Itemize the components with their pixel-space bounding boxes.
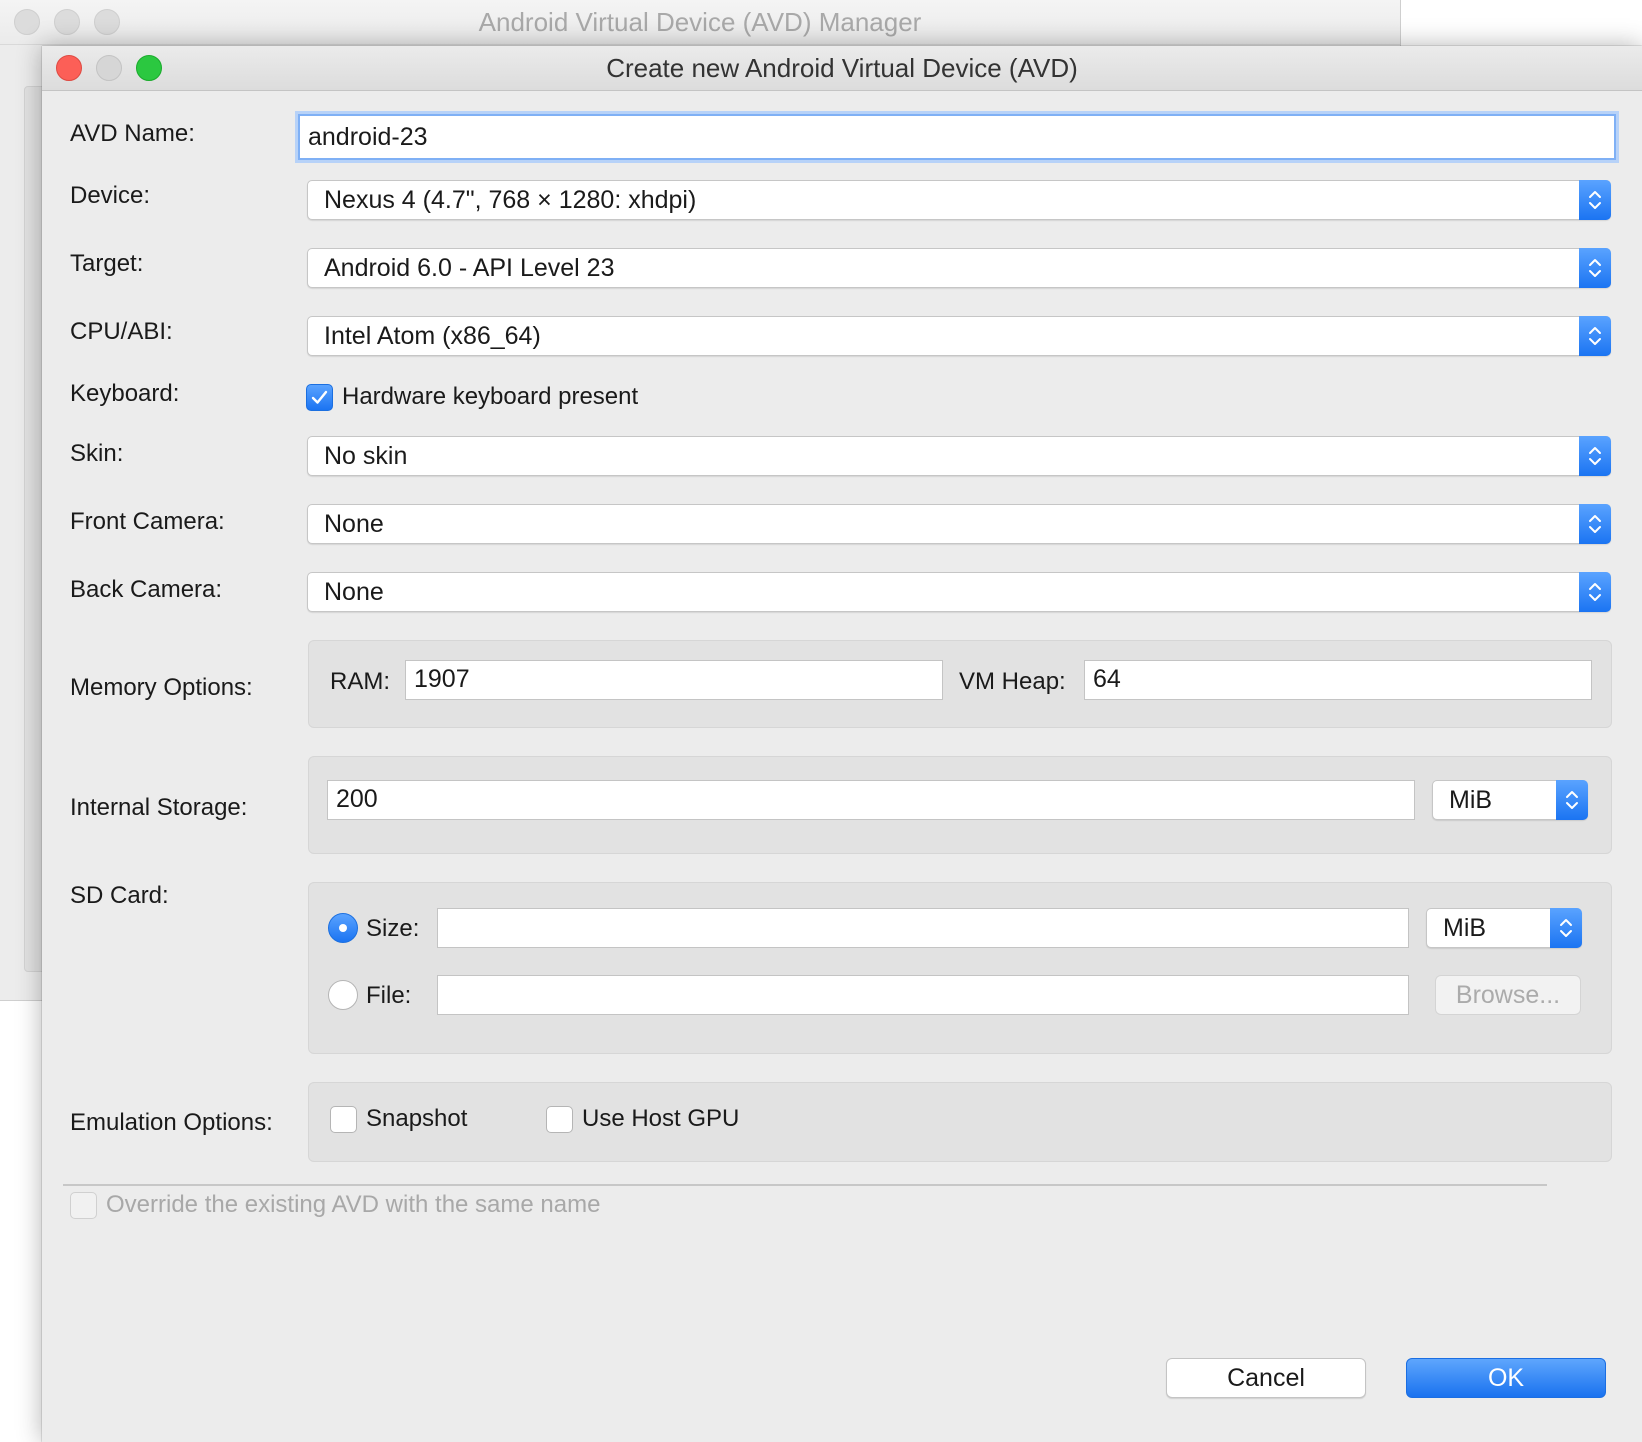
browse-button[interactable]: Browse... [1435, 975, 1581, 1015]
sd-file-radio[interactable] [328, 980, 358, 1010]
sd-size-unit-select[interactable]: MiB [1426, 908, 1582, 948]
back-camera-label: Back Camera: [70, 576, 223, 603]
skin-value: No skin [324, 442, 408, 470]
updown-chevron-icon [1579, 504, 1611, 544]
cpu-abi-value: Intel Atom (x86_64) [324, 322, 541, 350]
sd-file-label[interactable]: File: [366, 982, 411, 1010]
dialog-title: Create new Android Virtual Device (AVD) [606, 53, 1078, 83]
emulation-options-label: Emulation Options: [70, 1109, 273, 1136]
bg-minimize-icon[interactable] [54, 9, 80, 35]
footer-divider [63, 1184, 1547, 1186]
hardware-keyboard-checkbox[interactable] [306, 384, 333, 411]
device-label: Device: [70, 182, 151, 209]
ram-input[interactable]: 1907 [405, 660, 943, 700]
back-camera-select[interactable]: None [307, 572, 1611, 612]
sd-size-label[interactable]: Size: [366, 915, 419, 943]
internal-storage-unit-select[interactable]: MiB [1432, 780, 1588, 820]
updown-chevron-icon [1579, 572, 1611, 612]
skin-label: Skin: [70, 440, 124, 467]
use-host-gpu-label[interactable]: Use Host GPU [582, 1105, 739, 1133]
updown-chevron-icon [1556, 780, 1588, 820]
target-select[interactable]: Android 6.0 - API Level 23 [307, 248, 1611, 288]
close-window-icon[interactable] [56, 55, 82, 81]
cpu-abi-select[interactable]: Intel Atom (x86_64) [307, 316, 1611, 356]
internal-storage-label: Internal Storage: [70, 794, 248, 821]
memory-options-label: Memory Options: [70, 674, 253, 701]
updown-chevron-icon [1579, 436, 1611, 476]
snapshot-checkbox[interactable] [330, 1106, 357, 1133]
zoom-window-icon[interactable] [136, 55, 162, 81]
target-label: Target: [70, 250, 144, 277]
cpu-abi-label: CPU/ABI: [70, 318, 173, 345]
sd-file-input[interactable] [437, 975, 1409, 1015]
updown-chevron-icon [1579, 316, 1611, 356]
back-camera-value: None [324, 578, 384, 606]
target-value: Android 6.0 - API Level 23 [324, 254, 615, 282]
minimize-window-icon[interactable] [96, 55, 122, 81]
ram-label: RAM: [330, 668, 390, 695]
avd-name-input[interactable]: android-23 [298, 114, 1616, 160]
internal-storage-unit-value: MiB [1449, 786, 1493, 814]
bg-close-icon[interactable] [14, 9, 40, 35]
front-camera-value: None [324, 510, 384, 538]
sd-card-label: SD Card: [70, 882, 169, 909]
sd-size-unit-value: MiB [1443, 914, 1487, 942]
front-camera-select[interactable]: None [307, 504, 1611, 544]
override-avd-label: Override the existing AVD with the same … [106, 1191, 601, 1218]
skin-select[interactable]: No skin [307, 436, 1611, 476]
vm-heap-input[interactable]: 64 [1084, 660, 1592, 700]
internal-storage-input[interactable]: 200 [327, 780, 1415, 820]
cancel-button[interactable]: Cancel [1166, 1358, 1366, 1398]
sd-size-radio[interactable] [328, 913, 358, 943]
override-avd-checkbox[interactable] [70, 1192, 97, 1219]
keyboard-label: Keyboard: [70, 380, 180, 407]
avd-manager-title: Android Virtual Device (AVD) Manager [478, 7, 922, 37]
emulation-options-group [308, 1082, 1612, 1162]
bg-zoom-icon[interactable] [94, 9, 120, 35]
updown-chevron-icon [1550, 908, 1582, 948]
updown-chevron-icon [1579, 248, 1611, 288]
vm-heap-label: VM Heap: [959, 668, 1066, 695]
sd-size-input[interactable] [437, 908, 1409, 948]
device-select[interactable]: Nexus 4 (4.7", 768 × 1280: xhdpi) [307, 180, 1611, 220]
checkmark-icon [311, 390, 328, 404]
ok-button[interactable]: OK [1406, 1358, 1606, 1398]
device-value: Nexus 4 (4.7", 768 × 1280: xhdpi) [324, 186, 697, 214]
avd-name-label: AVD Name: [70, 120, 195, 147]
snapshot-label[interactable]: Snapshot [366, 1105, 467, 1133]
front-camera-label: Front Camera: [70, 508, 225, 535]
use-host-gpu-checkbox[interactable] [546, 1106, 573, 1133]
updown-chevron-icon [1579, 180, 1611, 220]
create-avd-dialog: Create new Android Virtual Device (AVD) … [42, 46, 1642, 1442]
hardware-keyboard-label[interactable]: Hardware keyboard present [342, 383, 638, 411]
